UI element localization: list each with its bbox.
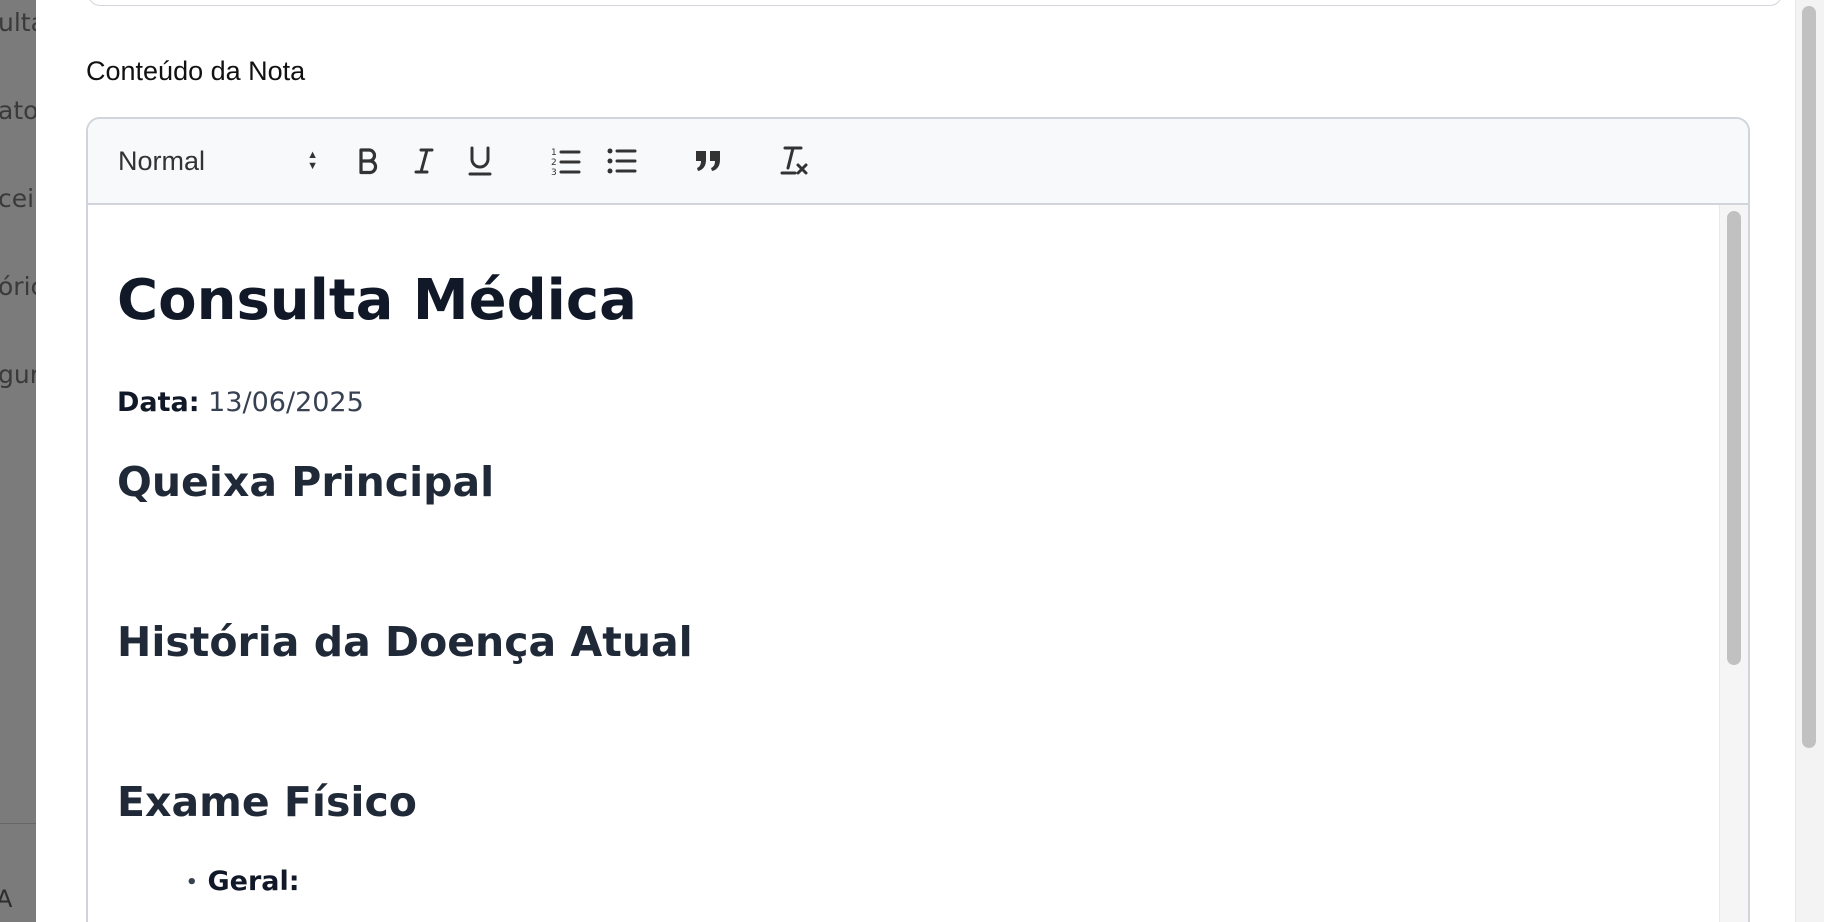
underline-icon	[468, 146, 492, 176]
note-title: Consulta Médica	[117, 268, 637, 333]
list-item-label: Geral:	[207, 866, 300, 897]
ordered-list-button[interactable]: 1 2 3	[540, 119, 592, 203]
svg-text:1: 1	[551, 148, 557, 158]
list-item: • Geral:	[186, 866, 300, 897]
section-heading: Exame Físico	[117, 778, 417, 826]
bullet-dot-icon: •	[186, 872, 198, 893]
format-select-value: Normal	[118, 145, 206, 176]
section-heading: História da Doença Atual	[117, 618, 693, 666]
sidebar-divider	[0, 823, 36, 824]
blockquote-button[interactable]	[682, 119, 734, 203]
note-content-label: Conteúdo da Nota	[86, 56, 306, 86]
underline-button[interactable]	[454, 119, 506, 203]
section-heading: Queixa Principal	[117, 458, 495, 506]
italic-button[interactable]	[398, 119, 450, 203]
italic-icon	[414, 148, 434, 174]
bullet-list-icon	[607, 148, 637, 174]
clear-format-button[interactable]	[768, 119, 820, 203]
bullet-list-button[interactable]	[596, 119, 648, 203]
sidebar-item-label[interactable]: atos	[0, 96, 36, 125]
sidebar-item-label[interactable]: gur	[0, 360, 36, 389]
modal-scrollbar-thumb[interactable]	[1802, 6, 1816, 748]
sidebar-user-initial[interactable]: A	[0, 885, 12, 913]
note-modal: Conteúdo da Nota Normal ▲ ▼ 1 2 3 Consul…	[36, 0, 1824, 922]
sidebar-partial: ulta atos cei óric gur A	[0, 0, 36, 922]
sidebar-item-label[interactable]: óric	[0, 272, 36, 301]
bold-button[interactable]	[342, 119, 394, 203]
quote-icon	[696, 151, 720, 171]
note-date-line: Data: 13/06/2025	[117, 387, 364, 418]
bold-icon	[359, 148, 378, 175]
date-label: Data:	[117, 387, 200, 418]
editor-toolbar: Normal ▲ ▼ 1 2 3	[88, 119, 1748, 205]
date-value: 13/06/2025	[208, 387, 364, 418]
select-arrows-icon: ▲ ▼	[307, 149, 318, 172]
clear-format-icon	[780, 146, 808, 175]
svg-text:2: 2	[551, 158, 557, 168]
sidebar-item-label[interactable]: cei	[0, 184, 34, 213]
sidebar-item-label[interactable]: ulta	[0, 8, 36, 37]
svg-text:3: 3	[551, 168, 557, 176]
editor-scrollbar-thumb[interactable]	[1727, 211, 1741, 665]
previous-field-input[interactable]	[88, 0, 1782, 6]
ordered-list-icon: 1 2 3	[551, 148, 581, 176]
heading-format-select[interactable]: Normal ▲ ▼	[118, 119, 318, 203]
